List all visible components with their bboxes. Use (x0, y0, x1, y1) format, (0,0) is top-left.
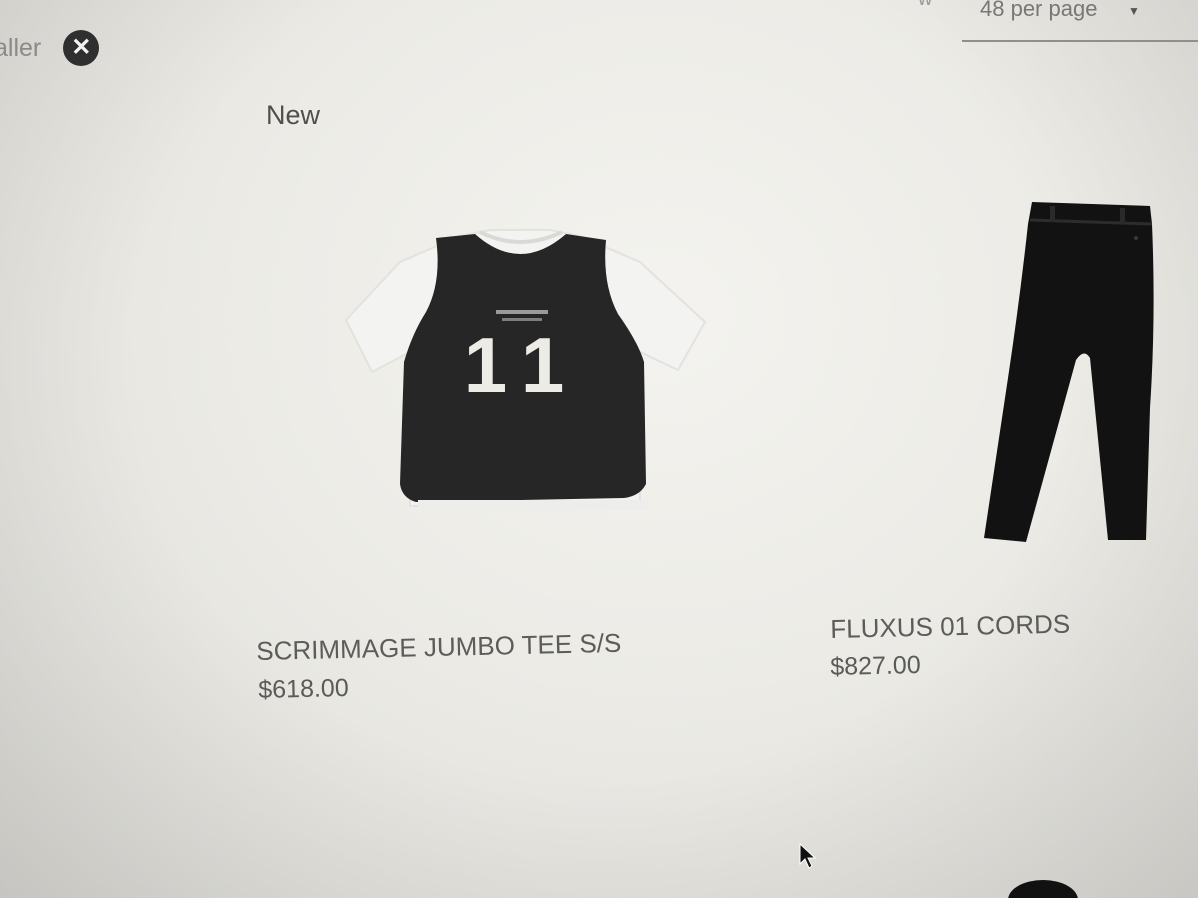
section-label-new: New (266, 100, 321, 130)
active-filter-chip[interactable]: aller ✕ (0, 30, 100, 66)
caret-down-icon: ▼ (1128, 4, 1140, 18)
header-partial-text: w (918, 0, 932, 11)
filter-chip-label: aller (0, 33, 42, 62)
foreground-object (1008, 880, 1078, 898)
per-page-label: 48 per page (980, 0, 1098, 21)
jersey-number: 11 (464, 321, 582, 409)
tee-with-mesh-vest-image[interactable]: 11 (340, 222, 710, 522)
mouse-cursor-icon (799, 842, 817, 869)
product-price: $618.00 (258, 673, 349, 704)
product-title[interactable]: SCRIMMAGE JUMBO TEE S/S (256, 628, 622, 667)
product-title[interactable]: FLUXUS 01 CORDS (830, 609, 1070, 645)
product-price: $827.00 (830, 650, 921, 681)
per-page-select[interactable]: 48 per page ▼ (962, 0, 1198, 42)
close-circle-icon[interactable]: ✕ (63, 30, 100, 66)
black-cords-trousers-image[interactable] (980, 198, 1160, 548)
